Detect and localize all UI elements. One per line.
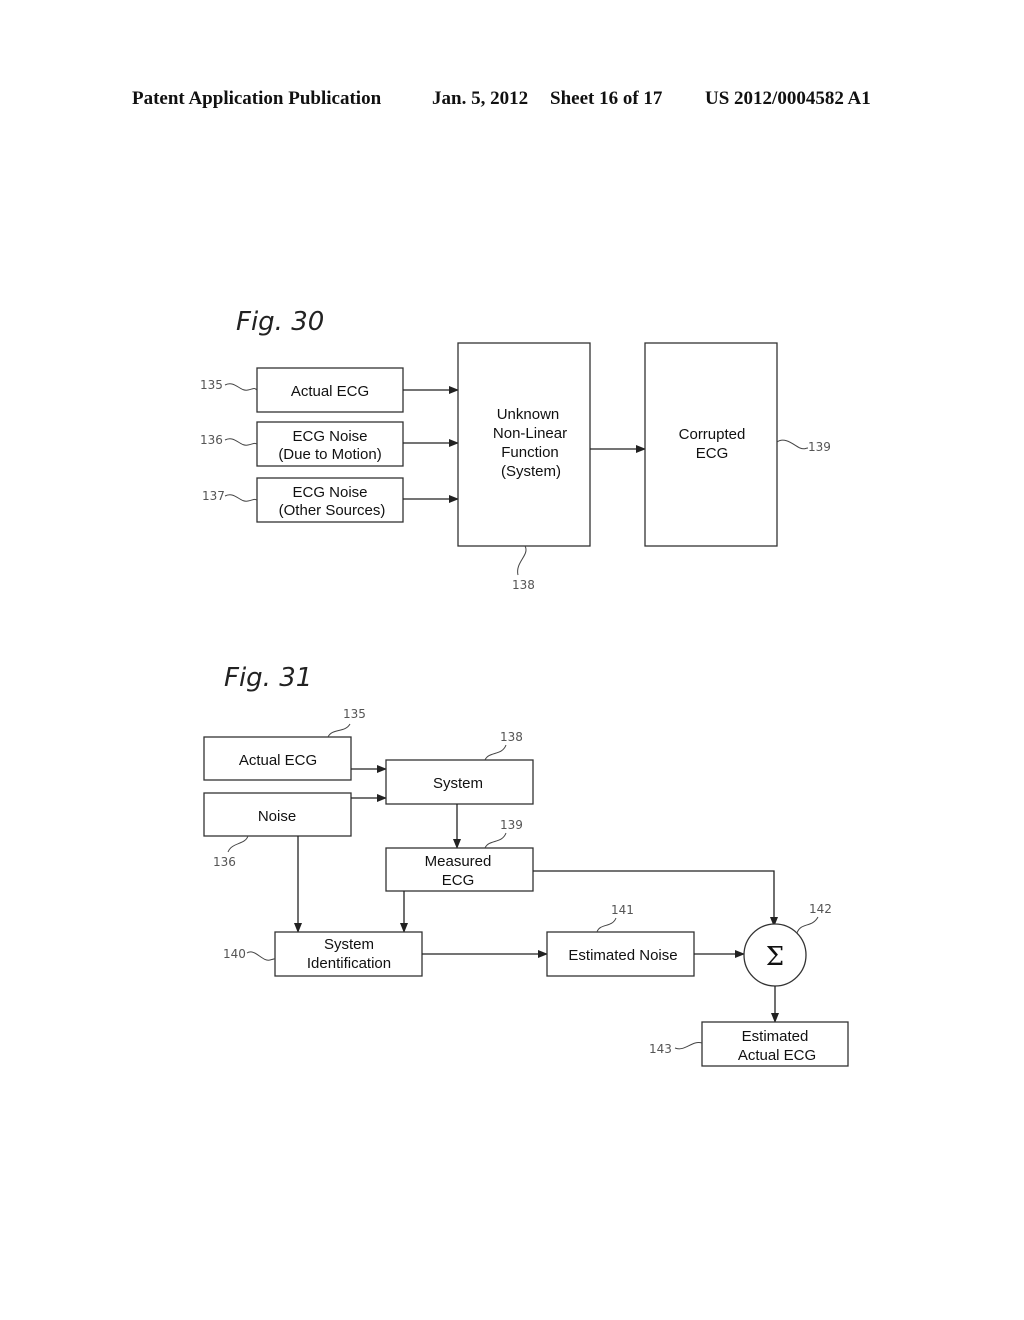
- block-label: ECG Noise: [292, 428, 367, 445]
- sigma-icon: Σ: [766, 942, 784, 972]
- block-label: Actual ECG: [291, 383, 369, 400]
- block-label: (Due to Motion): [278, 446, 381, 463]
- ref-139: 139: [808, 440, 831, 454]
- block-label: Identification: [307, 955, 391, 972]
- block-label: ECG Noise: [292, 484, 367, 501]
- ref-135: 135: [343, 707, 366, 721]
- block-label: Estimated Noise: [568, 947, 677, 964]
- leader-line: [246, 951, 276, 961]
- fig31-est-actual-block: Estimated Actual ECG: [701, 1021, 849, 1067]
- ref-136: 136: [213, 855, 236, 869]
- ref-140: 140: [223, 947, 246, 961]
- fig31-noise-block: Noise: [203, 792, 352, 837]
- fig30: Fig. 30 Actual ECG 135 ECG Noise (Due to…: [200, 307, 831, 592]
- ref-135: 135: [200, 378, 223, 392]
- leader-line: [796, 916, 819, 934]
- block-label: (System): [501, 463, 561, 480]
- block-label: Measured: [425, 853, 492, 870]
- leader-line: [224, 383, 258, 391]
- fig31-title: Fig. 31: [224, 663, 312, 693]
- ref-141: 141: [611, 903, 634, 917]
- block-label: Unknown: [497, 406, 560, 423]
- block-label: Actual ECG: [239, 752, 317, 769]
- fig31-sum-node: Σ: [743, 923, 807, 987]
- block-label: System: [324, 936, 374, 953]
- fig31-actual-ecg-block: Actual ECG: [203, 736, 352, 781]
- ref-137: 137: [202, 489, 225, 503]
- block-label: Noise: [258, 808, 296, 825]
- block-label: Non-Linear: [493, 425, 567, 442]
- ref-139: 139: [500, 818, 523, 832]
- ref-138: 138: [512, 578, 535, 592]
- fig30-system-block: Unknown Non-Linear Function (System): [457, 342, 591, 547]
- fig31-measured-block: Measured ECG: [385, 847, 534, 892]
- ref-136: 136: [200, 433, 223, 447]
- diagram-canvas: Fig. 30 Actual ECG 135 ECG Noise (Due to…: [200, 307, 849, 1067]
- ref-138: 138: [500, 730, 523, 744]
- ref-142: 142: [809, 902, 832, 916]
- leader-line: [674, 1042, 703, 1050]
- leader-line: [227, 835, 249, 853]
- leader-line: [517, 545, 527, 576]
- arrow: [533, 870, 778, 927]
- fig31-system-block: System: [385, 759, 534, 805]
- fig30-corrupted-block: Corrupted ECG: [644, 342, 778, 547]
- fig31-est-noise-block: Estimated Noise: [546, 931, 695, 977]
- leader-line: [484, 744, 507, 761]
- fig30-actual-ecg-block: Actual ECG: [256, 367, 404, 413]
- leader-line: [596, 917, 617, 933]
- block-label: Corrupted: [679, 426, 746, 443]
- leader-line: [327, 723, 351, 738]
- block-label: System: [433, 775, 483, 792]
- block-label: ECG: [442, 872, 475, 889]
- leader-line: [484, 832, 507, 849]
- block-label: Actual ECG: [738, 1047, 816, 1064]
- block-label: Estimated: [742, 1028, 809, 1045]
- fig30-noise-motion-block: ECG Noise (Due to Motion): [256, 421, 404, 467]
- fig31-sysid-block: System Identification: [274, 931, 423, 977]
- leader-line: [224, 494, 258, 502]
- ref-143: 143: [649, 1042, 672, 1056]
- leader-line: [224, 438, 258, 446]
- leader-line: [776, 439, 809, 450]
- fig30-noise-other-block: ECG Noise (Other Sources): [256, 477, 404, 523]
- block-label: Function: [501, 444, 559, 461]
- fig31: Fig. 31 Actual ECG 135 Noise 136 System …: [203, 663, 849, 1067]
- block-label: (Other Sources): [279, 502, 386, 519]
- block-label: ECG: [696, 445, 729, 462]
- fig30-title: Fig. 30: [236, 307, 324, 337]
